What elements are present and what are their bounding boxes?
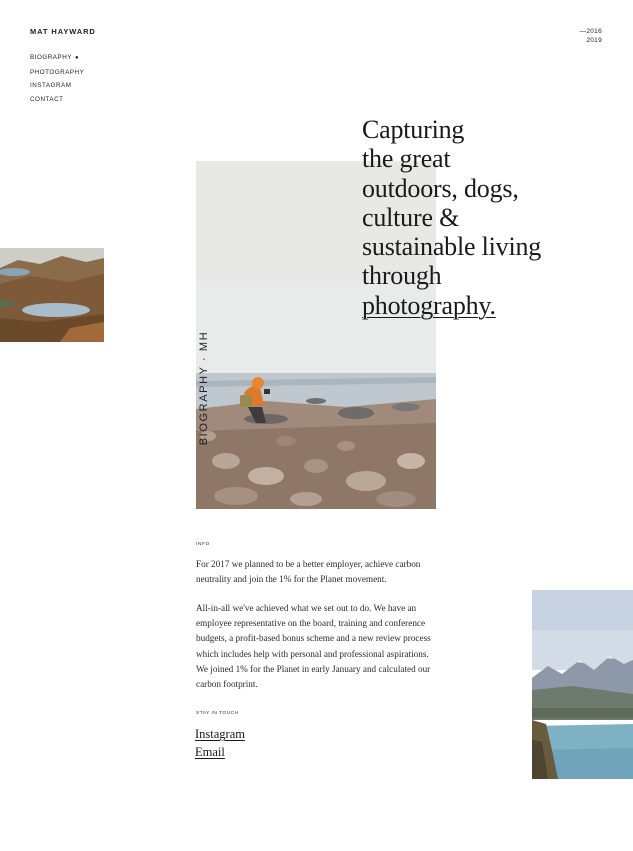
site-brand[interactable]: MAT HAYWARD (30, 27, 96, 36)
nav-item-biography[interactable]: BIOGRAPHY ● (30, 51, 84, 66)
info-paragraph: All-in-all we've achieved what we set ou… (196, 603, 431, 690)
headline-line: the great (362, 144, 451, 174)
year-range: —2016 2019 (580, 27, 602, 45)
mountain-lake-photo (0, 248, 104, 342)
nav-item-instagram[interactable]: INSTAGRAM (30, 79, 84, 93)
vertical-section-label: BIOGRAPHY · MH (198, 330, 210, 446)
info-label: INFO (196, 542, 210, 547)
nav-item-label: BIOGRAPHY (30, 54, 72, 61)
photography-link[interactable]: photography. (362, 291, 602, 320)
headline-line: culture & (362, 202, 460, 232)
hero-headline: Capturing the great outdoors, dogs, cult… (362, 115, 602, 320)
year-end: 2019 (586, 37, 602, 44)
headline-line: Capturing (362, 115, 465, 144)
email-link[interactable]: Email (195, 745, 225, 760)
mountain-valley-photo (532, 590, 633, 779)
active-dot-icon: ● (74, 55, 80, 61)
instagram-link[interactable]: Instagram (195, 727, 245, 742)
headline-line: outdoors, dogs, (362, 173, 519, 203)
stay-in-touch-label: STAY IN TOUCH (196, 711, 239, 716)
info-paragraph: For 2017 we planned to be a better emplo… (196, 559, 421, 585)
nav-item-photography[interactable]: PHOTOGRAPHY (30, 66, 84, 80)
nav-item-contact[interactable]: CONTACT (30, 93, 84, 107)
headline-line: sustainable living (362, 232, 542, 262)
headline-line: through (362, 261, 442, 291)
main-nav: BIOGRAPHY ● PHOTOGRAPHY INSTAGRAM CONTACT (30, 51, 84, 106)
year-start: —2016 (579, 28, 602, 35)
